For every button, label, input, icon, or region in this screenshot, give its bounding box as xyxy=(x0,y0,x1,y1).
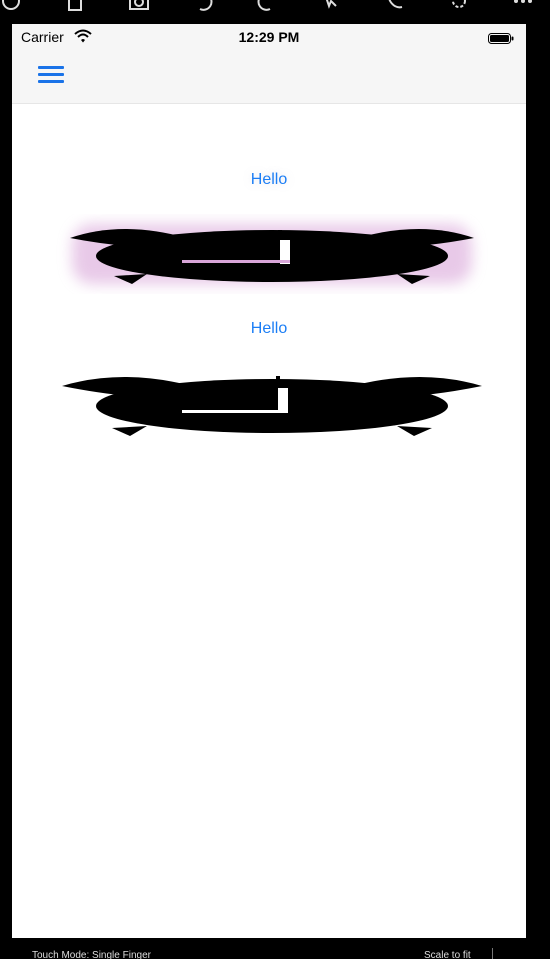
settings-icon[interactable] xyxy=(448,0,470,12)
battery-icon xyxy=(488,31,514,44)
emulator-toolbar xyxy=(0,0,550,14)
navigation-bar xyxy=(12,50,526,104)
scale-label[interactable]: Scale to fit xyxy=(424,950,471,959)
alarm-clock-image-glow xyxy=(70,224,474,284)
rotate-right-icon[interactable] xyxy=(256,0,278,12)
touch-mode-label[interactable]: Touch Mode: Single Finger xyxy=(32,950,151,959)
rotate-left-icon[interactable] xyxy=(192,0,214,12)
device-icon[interactable] xyxy=(64,0,86,12)
phone-icon[interactable] xyxy=(384,0,406,12)
phone-screen: Carrier 12:29 PM Hello Hello xyxy=(12,24,526,938)
emulator-status-bar: Touch Mode: Single Finger Scale to fit xyxy=(0,946,550,959)
hello-button-1[interactable]: Hello xyxy=(12,171,526,189)
alarm-clock-image xyxy=(62,376,482,436)
divider xyxy=(492,948,493,959)
more-icon[interactable] xyxy=(512,0,534,12)
status-bar: Carrier 12:29 PM xyxy=(12,24,526,50)
hamburger-menu-icon[interactable] xyxy=(38,64,66,86)
hello-button-2[interactable]: Hello xyxy=(12,320,526,338)
power-icon[interactable] xyxy=(0,0,22,12)
gesture-icon[interactable] xyxy=(320,0,342,12)
status-time: 12:29 PM xyxy=(238,29,300,45)
camera-icon[interactable] xyxy=(128,0,150,12)
